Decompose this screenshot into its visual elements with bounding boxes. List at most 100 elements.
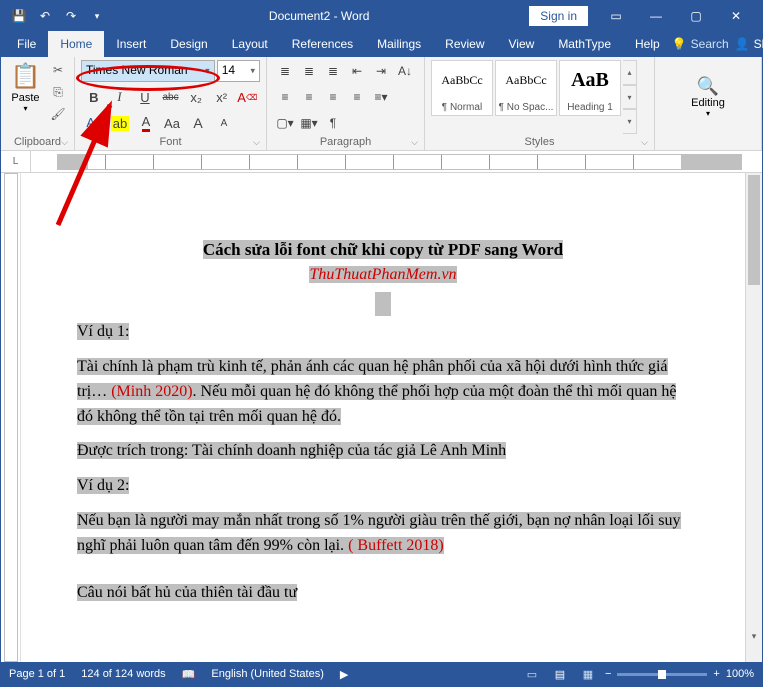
decrease-indent-button[interactable]: ⇤	[345, 60, 369, 82]
justify-button[interactable]: ≡	[345, 86, 369, 108]
minimize-icon[interactable]: —	[636, 2, 676, 30]
tell-me-search[interactable]: 💡 Search	[672, 37, 729, 51]
show-marks-button[interactable]: ¶	[321, 112, 345, 134]
editing-button[interactable]: 🔍 Editing ▾	[661, 60, 755, 134]
vertical-scrollbar[interactable]: ▾	[745, 173, 762, 662]
underline-button[interactable]: U	[132, 86, 158, 108]
style-nospacing[interactable]: AaBbCc ¶ No Spac...	[495, 60, 557, 116]
increase-indent-button[interactable]: ⇥	[369, 60, 393, 82]
clipboard-group-label: Clipboard	[7, 134, 68, 150]
page-indicator[interactable]: Page 1 of 1	[9, 668, 65, 680]
macro-icon[interactable]: ▶	[340, 668, 348, 681]
signin-button[interactable]: Sign in	[529, 6, 588, 26]
paragraph-text[interactable]: Được trích trong: Tài chính doanh nghiệp…	[77, 442, 506, 459]
cut-icon[interactable]: ✂	[48, 60, 68, 80]
statusbar: Page 1 of 1 124 of 124 words 📖 English (…	[1, 662, 762, 686]
multilevel-button[interactable]: ≣	[321, 60, 345, 82]
font-size-combo[interactable]: 14	[217, 60, 260, 82]
paragraph-text[interactable]: Câu nói bất hủ của thiên tài đầu tư	[77, 584, 297, 601]
doc-title[interactable]: Cách sửa lỗi font chữ khi copy từ PDF sa…	[203, 240, 563, 259]
styles-up-icon[interactable]: ▴	[623, 60, 637, 85]
scroll-down-icon[interactable]: ▾	[746, 628, 762, 644]
paste-button[interactable]: 📋 Paste ▾	[7, 60, 44, 134]
vertical-ruler[interactable]	[1, 173, 21, 662]
highlight-button[interactable]: ab	[107, 112, 133, 134]
font-group-label: Font	[81, 134, 260, 150]
tab-file[interactable]: File	[5, 31, 48, 57]
numbering-button[interactable]: ≣	[297, 60, 321, 82]
font-color-button[interactable]: A	[133, 112, 159, 134]
ribbon-options-icon[interactable]: ▭	[596, 2, 636, 30]
print-layout-icon[interactable]: ▤	[549, 665, 571, 683]
read-mode-icon[interactable]: ▭	[521, 665, 543, 683]
undo-icon[interactable]: ↶	[33, 4, 57, 28]
example1-label[interactable]: Ví dụ 1:	[77, 323, 129, 340]
zoom-level[interactable]: 100%	[726, 668, 754, 680]
ribbon: 📋 Paste ▾ ✂ ⎘ 🖌 Clipboard Times New Roma…	[1, 57, 762, 151]
tab-home[interactable]: Home	[48, 31, 104, 57]
word-count[interactable]: 124 of 124 words	[81, 668, 165, 680]
change-case-button[interactable]: Aa	[159, 112, 185, 134]
align-center-button[interactable]: ≡	[297, 86, 321, 108]
maximize-icon[interactable]: ▢	[676, 2, 716, 30]
format-painter-icon[interactable]: 🖌	[48, 104, 68, 124]
zoom-out-button[interactable]: −	[605, 668, 611, 680]
style-label: Heading 1	[567, 100, 613, 115]
bold-button[interactable]: B	[81, 86, 107, 108]
tell-me-label: Search	[691, 37, 729, 51]
style-preview: AaBbCc	[441, 61, 482, 100]
grow-font-button[interactable]: A	[185, 112, 211, 134]
example2-label[interactable]: Ví dụ 2:	[77, 477, 129, 494]
style-preview: AaB	[571, 61, 609, 100]
shading-button[interactable]: ▢▾	[273, 112, 297, 134]
tab-view[interactable]: View	[497, 31, 547, 57]
style-normal[interactable]: AaBbCc ¶ Normal	[431, 60, 493, 116]
tab-insert[interactable]: Insert	[104, 31, 158, 57]
subscript-button[interactable]: x₂	[183, 86, 209, 108]
web-layout-icon[interactable]: ▦	[577, 665, 599, 683]
qat-customize-icon[interactable]: ▾	[85, 4, 109, 28]
font-name-combo[interactable]: Times New Roman	[81, 60, 215, 82]
italic-button[interactable]: I	[107, 86, 133, 108]
close-icon[interactable]: ✕	[716, 2, 756, 30]
zoom-in-button[interactable]: +	[713, 668, 719, 680]
align-left-button[interactable]: ≡	[273, 86, 297, 108]
share-button[interactable]: 👤 Share	[735, 37, 763, 51]
align-right-button[interactable]: ≡	[321, 86, 345, 108]
language-indicator[interactable]: English (United States)	[211, 668, 324, 680]
doc-subtitle[interactable]: ThuThuatPhanMem.vn	[309, 266, 456, 283]
sort-button[interactable]: A↓	[393, 60, 417, 82]
tab-design[interactable]: Design	[158, 31, 219, 57]
citation[interactable]: (Minh 2020)	[111, 383, 192, 400]
superscript-button[interactable]: x²	[209, 86, 235, 108]
styles-more-icon[interactable]: ▾	[623, 109, 637, 134]
zoom-slider[interactable]	[617, 673, 707, 676]
styles-down-icon[interactable]: ▾	[623, 85, 637, 110]
strikethrough-button[interactable]: abc	[158, 86, 184, 108]
bullets-button[interactable]: ≣	[273, 60, 297, 82]
save-icon[interactable]: 💾	[7, 4, 31, 28]
ruler-corner: L	[1, 151, 31, 172]
tab-mailings[interactable]: Mailings	[365, 31, 433, 57]
tab-mathtype[interactable]: MathType	[546, 31, 623, 57]
redo-icon[interactable]: ↷	[59, 4, 83, 28]
titlebar: 💾 ↶ ↷ ▾ Document2 - Word Sign in ▭ — ▢ ✕	[1, 1, 762, 31]
style-heading1[interactable]: AaB Heading 1	[559, 60, 621, 116]
text-effects-button[interactable]: A▾	[81, 112, 107, 134]
style-preview: AaBbCc	[505, 61, 546, 100]
borders-button[interactable]: ▦▾	[297, 112, 321, 134]
line-spacing-button[interactable]: ≡▾	[369, 86, 393, 108]
spellcheck-icon[interactable]: 📖	[182, 668, 196, 681]
citation[interactable]: ( Buffett 2018)	[348, 537, 444, 554]
editing-label: Editing	[691, 97, 725, 109]
tab-layout[interactable]: Layout	[220, 31, 280, 57]
document-area[interactable]: Cách sửa lỗi font chữ khi copy từ PDF sa…	[21, 173, 745, 662]
tab-help[interactable]: Help	[623, 31, 672, 57]
shrink-font-button[interactable]: A	[211, 112, 237, 134]
tab-references[interactable]: References	[280, 31, 365, 57]
copy-icon[interactable]: ⎘	[48, 82, 68, 102]
horizontal-ruler[interactable]: L	[1, 151, 762, 173]
scrollbar-thumb[interactable]	[748, 175, 760, 285]
clear-format-button[interactable]: A⌫	[234, 86, 260, 108]
tab-review[interactable]: Review	[433, 31, 496, 57]
